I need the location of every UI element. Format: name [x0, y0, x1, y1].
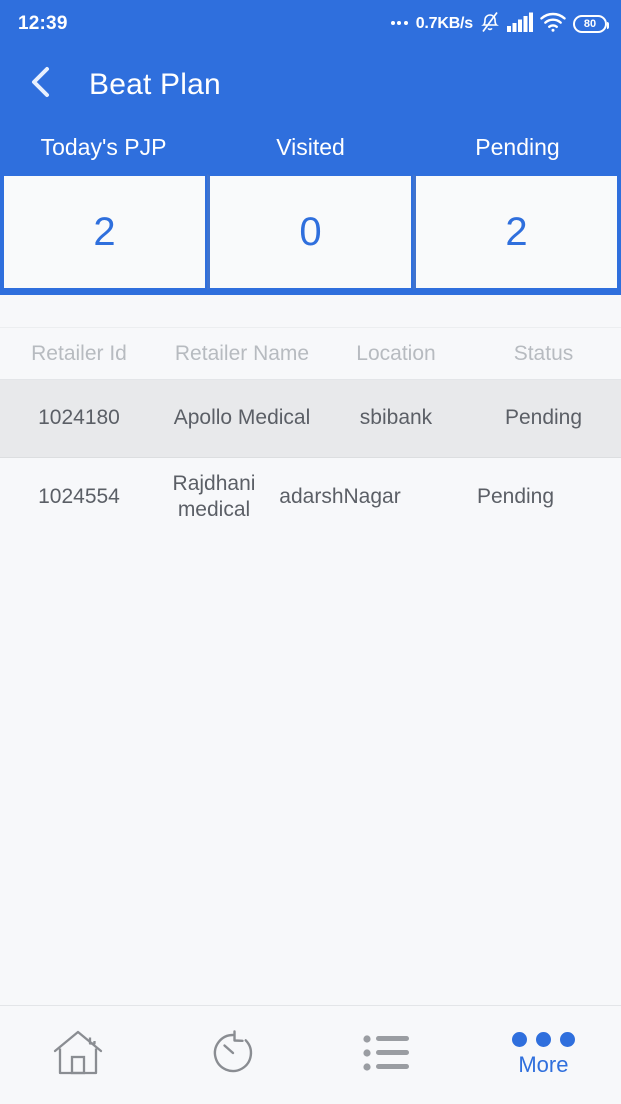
table-header-row: Retailer Id Retailer Name Location Statu…: [0, 328, 621, 380]
stat-card-pending[interactable]: 2: [413, 174, 619, 290]
signal-icon: [507, 12, 533, 37]
column-header-retailer-name: Retailer Name: [174, 341, 310, 365]
table-row[interactable]: 1024180 Apollo Medical sbibank Pending: [0, 380, 621, 458]
nav-item-home[interactable]: [0, 1006, 155, 1104]
column-header-location: Location: [356, 341, 436, 365]
cell-location: adarshNagar: [279, 484, 401, 508]
home-icon: [50, 1027, 106, 1084]
cell-status: Pending: [504, 406, 583, 430]
network-activity-icon: [390, 21, 408, 27]
battery-level-label: 80: [583, 17, 597, 30]
stat-label-visited: Visited: [276, 134, 345, 160]
column-header-retailer-id: Retailer Id: [31, 341, 127, 365]
chevron-left-icon: [26, 65, 56, 104]
beat-plan-screen: 12:39 0.7KB/s 80 Beat Plan Today's PJP V…: [0, 0, 621, 1104]
network-speed-label: 0.7KB/s: [415, 15, 473, 32]
stats-summary: Today's PJP Visited Pending 2 0 2: [0, 121, 621, 295]
stat-card-visited[interactable]: 0: [207, 174, 413, 290]
status-indicators: 0.7KB/s 80: [390, 11, 609, 38]
retailer-table: Retailer Id Retailer Name Location Statu…: [0, 295, 621, 1005]
list-icon: [361, 1029, 415, 1082]
battery-icon: 80: [573, 15, 609, 33]
back-button[interactable]: [20, 64, 62, 106]
cell-status: Pending: [476, 484, 555, 508]
table-top-divider: [0, 295, 621, 328]
stat-label-todays-pjp: Today's PJP: [40, 134, 167, 160]
status-bar: 12:39 0.7KB/s 80: [0, 0, 621, 48]
stats-labels-row: Today's PJP Visited Pending: [0, 121, 621, 174]
wifi-icon: [540, 12, 566, 37]
table-empty-area: [0, 536, 621, 1005]
app-bar: Beat Plan: [0, 48, 621, 121]
page-title: Beat Plan: [89, 67, 221, 101]
cell-location: sbibank: [359, 406, 433, 430]
cell-retailer-name: Rajdhani medical: [172, 471, 256, 521]
status-clock: 12:39: [18, 13, 68, 34]
timer-history-icon: [207, 1027, 259, 1084]
stat-label-pending: Pending: [475, 134, 560, 160]
cell-retailer-id: 1024554: [38, 484, 120, 508]
more-dots-icon: [511, 1032, 575, 1047]
cell-retailer-id: 1024180: [38, 406, 120, 430]
stats-values-row: 2 0 2: [0, 174, 621, 290]
notifications-off-icon: [480, 11, 500, 38]
nav-item-list[interactable]: [311, 1006, 466, 1104]
nav-item-history[interactable]: [155, 1006, 310, 1104]
nav-item-more[interactable]: More: [466, 1006, 621, 1104]
column-header-status: Status: [513, 341, 574, 365]
bottom-navigation: More: [0, 1005, 621, 1104]
table-row[interactable]: 1024554 Rajdhani medical adarshNagar Pen…: [0, 458, 621, 536]
stat-card-todays-pjp[interactable]: 2: [2, 174, 207, 290]
cell-retailer-name: Apollo Medical: [173, 406, 311, 430]
nav-label-more: More: [518, 1052, 569, 1077]
